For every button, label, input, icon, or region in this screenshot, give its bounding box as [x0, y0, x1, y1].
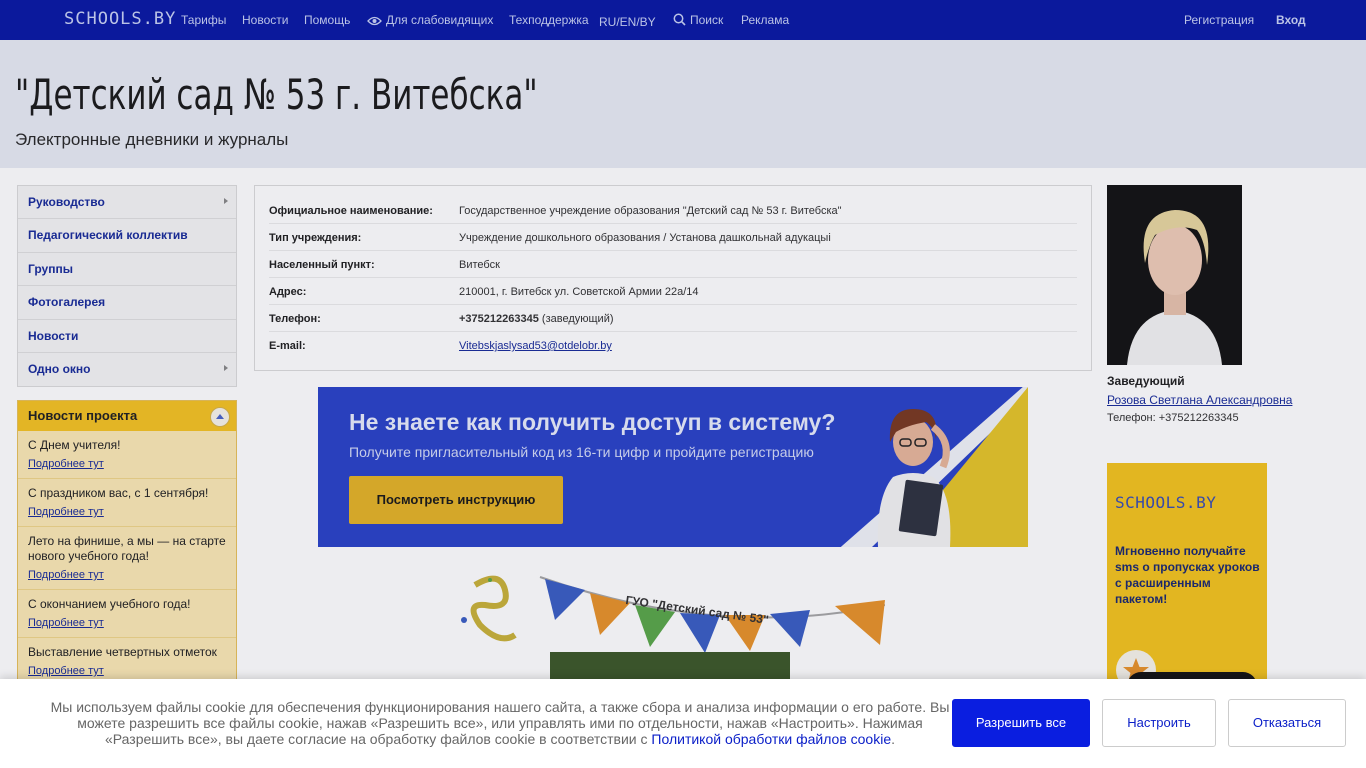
phone-note: (заведующий)	[541, 313, 614, 325]
news-item-more-link[interactable]: Подробнее тут	[28, 664, 226, 679]
collapse-toggle-icon[interactable]	[210, 407, 230, 427]
project-news-header: Новости проекта	[18, 401, 236, 431]
info-label: Населенный пункт:	[269, 259, 375, 271]
info-value: +375212263345 (заведующий)	[459, 313, 614, 325]
info-label: Официальное наименование:	[269, 205, 433, 217]
news-item-title: С праздником вас, с 1 сентября!	[28, 486, 209, 500]
sidebar-item-label: Группы	[28, 261, 73, 276]
banner-subtitle: Получите пригласительный код из 16-ти ци…	[349, 444, 814, 460]
ad-logo: SCHOOLS.BY	[1115, 493, 1217, 512]
news-item-more-link[interactable]: Подробнее тут	[28, 457, 226, 472]
cookie-consent-bar: Мы используем файлы cookie для обеспечен…	[0, 679, 1366, 768]
director-photo	[1107, 185, 1242, 365]
news-item: Лето на финише, а мы — на старте нового …	[18, 527, 236, 590]
configure-cookies-button[interactable]: Настроить	[1102, 699, 1216, 747]
chevron-right-icon	[224, 364, 228, 371]
news-item: С праздником вас, с 1 сентября! Подробне…	[18, 479, 236, 527]
nav-link-accessibility-label: Для слабовидящих	[386, 13, 494, 27]
ad-text: Мгновенно получайте sms о пропусках урок…	[1115, 544, 1260, 606]
sidebar-menu: Руководство Педагогический коллектив Гру…	[17, 185, 237, 388]
info-label: Телефон:	[269, 313, 321, 325]
eye-icon	[367, 16, 382, 26]
project-news-title: Новости проекта	[28, 408, 138, 423]
director-phone: Телефон: +375212263345	[1107, 412, 1239, 424]
banner-title: Не знаете как получить доступ в систему?	[349, 409, 836, 435]
info-row-phone: Телефон: +375212263345 (заведующий)	[269, 305, 1077, 332]
info-value: 210001, г. Витебск ул. Советской Армии 2…	[459, 286, 699, 298]
nav-link-ads[interactable]: Реклама	[741, 13, 789, 27]
sidebar-item-label: Руководство	[28, 195, 105, 209]
woman-with-folder-illustration	[877, 409, 951, 547]
sms-ad-banner[interactable]: SCHOOLS.BY Мгновенно получайте sms о про…	[1107, 463, 1267, 703]
info-label: Адрес:	[269, 286, 307, 298]
sidebar-item-management[interactable]: Руководство	[18, 186, 236, 220]
sidebar-item-gallery[interactable]: Фотогалерея	[18, 286, 236, 320]
page-subtitle: Электронные дневники и журналы	[15, 130, 289, 149]
info-label: E-mail:	[269, 340, 306, 352]
sidebar-item-groups[interactable]: Группы	[18, 253, 236, 287]
sidebar-item-label: Педагогический коллектив	[28, 228, 188, 243]
nav-link-support[interactable]: Техподдержка	[509, 13, 589, 27]
page-title: "Детский сад № 53 г. Витебска"	[15, 70, 538, 119]
cookie-policy-link[interactable]: Политикой обработки файлов cookie	[651, 731, 891, 747]
nav-link-accessibility[interactable]: Для слабовидящих	[367, 13, 493, 27]
register-link[interactable]: Регистрация	[1184, 13, 1254, 27]
decline-cookies-button[interactable]: Отказаться	[1228, 699, 1346, 747]
kindergarten-festive-image: ГУО "Детский сад № 53"	[455, 565, 886, 695]
school-info-table: Официальное наименование: Государственно…	[254, 185, 1092, 371]
info-row-type: Тип учреждения: Учреждение дошкольного о…	[269, 224, 1077, 251]
search-icon	[673, 13, 686, 26]
sidebar-item-label: Новости	[28, 328, 79, 343]
sidebar-item-news[interactable]: Новости	[18, 320, 236, 353]
site-logo[interactable]: SCHOOLS.BY	[64, 9, 176, 29]
access-instruction-banner[interactable]: Не знаете как получить доступ в систему?…	[318, 387, 1028, 547]
phone-number: +375212263345	[459, 313, 539, 325]
sidebar-item-one-window[interactable]: Одно окно	[18, 353, 236, 386]
info-value: Vitebskjaslysad53@otdelobr.by	[459, 340, 612, 352]
info-row-official-name: Официальное наименование: Государственно…	[269, 197, 1077, 224]
info-value: Учреждение дошкольного образования / Уст…	[459, 232, 831, 244]
news-item-more-link[interactable]: Подробнее тут	[28, 568, 226, 583]
news-item-more-link[interactable]: Подробнее тут	[28, 505, 226, 520]
allow-all-cookies-button[interactable]: Разрешить все	[952, 699, 1090, 747]
sidebar-item-staff[interactable]: Педагогический коллектив	[18, 219, 236, 253]
info-value: Государственное учреждение образования "…	[459, 205, 842, 217]
news-item-more-link[interactable]: Подробнее тут	[28, 616, 226, 631]
info-row-address: Адрес: 210001, г. Витебск ул. Советской …	[269, 278, 1077, 305]
director-portrait-illustration	[1107, 185, 1242, 365]
info-row-email: E-mail: Vitebskjaslysad53@otdelobr.by	[269, 332, 1077, 359]
news-item-title: С Днем учителя!	[28, 438, 121, 452]
festive-garland-illustration	[461, 575, 886, 695]
top-navigation-bar: SCHOOLS.BY Тарифы Новости Помощь Для сла…	[0, 0, 1366, 40]
news-item-title: С окончанием учебного года!	[28, 597, 191, 611]
nav-link-news[interactable]: Новости	[242, 13, 288, 27]
sidebar-item-label: Одно окно	[28, 361, 91, 376]
info-row-locality: Населенный пункт: Витебск	[269, 251, 1077, 278]
info-label: Тип учреждения:	[269, 232, 362, 244]
cookie-consent-text: Мы используем файлы cookie для обеспечен…	[50, 699, 950, 747]
nav-link-help[interactable]: Помощь	[304, 13, 350, 27]
nav-link-tariffs[interactable]: Тарифы	[181, 13, 226, 27]
info-value: Витебск	[459, 259, 500, 271]
news-item-title: Лето на финише, а мы — на старте нового …	[28, 534, 226, 563]
news-item-title: Выставление четвертных отметок	[28, 645, 217, 659]
view-instruction-button[interactable]: Посмотреть инструкцию	[349, 476, 563, 524]
news-item: С окончанием учебного года! Подробнее ту…	[18, 590, 236, 638]
project-news-panel: Новости проекта С Днем учителя! Подробне…	[17, 400, 237, 700]
login-link[interactable]: Вход	[1276, 13, 1306, 27]
email-link[interactable]: Vitebskjaslysad53@otdelobr.by	[459, 340, 612, 352]
nav-link-search[interactable]: Поиск	[673, 13, 723, 27]
chevron-right-icon	[224, 198, 228, 204]
news-item: С Днем учителя! Подробнее тут	[18, 431, 236, 479]
language-switcher[interactable]: RU/EN/BY	[599, 15, 656, 29]
director-role: Заведующий	[1107, 374, 1185, 388]
sidebar-item-label: Фотогалерея	[28, 295, 106, 310]
director-name-link[interactable]: Розова Светлана Александровна	[1107, 393, 1292, 407]
nav-link-search-label: Поиск	[690, 13, 724, 27]
